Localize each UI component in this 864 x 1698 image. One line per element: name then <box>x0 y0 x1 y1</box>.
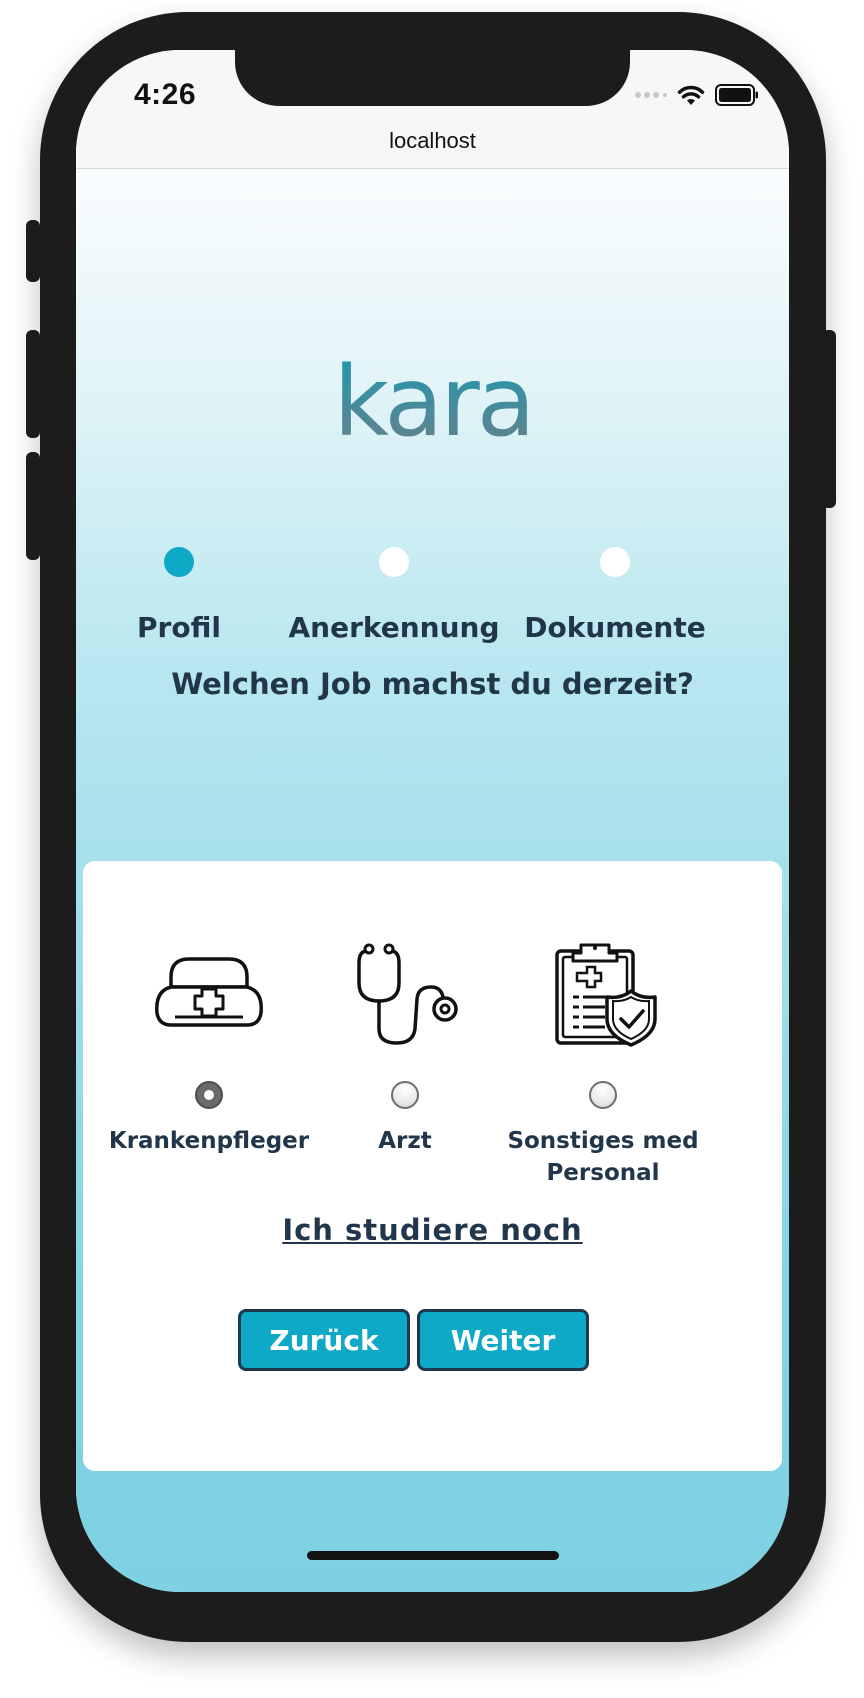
option-label: Sonstiges med Personal <box>507 1128 699 1186</box>
progress-steps: Profil Anerkennung Dokumente <box>76 547 789 647</box>
step-dokumente: Dokumente <box>485 547 745 644</box>
side-button-volume-up <box>26 330 40 438</box>
radio-sonstiges[interactable] <box>589 1081 617 1109</box>
step-label: Dokumente <box>524 611 706 644</box>
status-time: 4:26 <box>134 78 197 111</box>
stethoscope-icon <box>357 943 458 1045</box>
option-sonstiges[interactable]: Sonstiges med Personal <box>488 939 718 1189</box>
home-indicator[interactable] <box>307 1551 559 1560</box>
job-selection-card: Krankenpfleger Arzt Sonstiges med Person… <box>83 861 782 1471</box>
signal-dots-icon <box>635 92 667 98</box>
question-heading: Welchen Job machst du derzeit? <box>171 667 694 701</box>
radio-krankenpfleger[interactable] <box>195 1081 223 1109</box>
option-label: Arzt <box>378 1128 432 1154</box>
address-bar-url[interactable]: localhost <box>76 128 789 154</box>
clipboard-shield-icon <box>555 943 657 1047</box>
side-button-mute <box>26 220 40 282</box>
side-button-power <box>822 330 836 508</box>
next-button[interactable]: Weiter <box>417 1309 589 1371</box>
wifi-icon <box>677 85 705 105</box>
step-dot <box>379 547 409 577</box>
status-icons <box>635 80 759 110</box>
phone-screen: 4:26 localhost kara Profil Anerkennung D… <box>76 50 789 1592</box>
battery-icon <box>715 84 758 106</box>
step-dot-active <box>164 547 194 577</box>
side-button-volume-down <box>26 452 40 560</box>
step-dot <box>600 547 630 577</box>
option-arzt[interactable]: Arzt <box>290 939 520 1157</box>
svg-text:kara: kara <box>333 357 532 447</box>
radio-arzt[interactable] <box>391 1081 419 1109</box>
kara-logo: kara <box>76 346 789 458</box>
page-content: kara Profil Anerkennung Dokumente Welche… <box>76 169 789 1592</box>
study-link[interactable]: Ich studiere noch <box>83 1213 782 1247</box>
back-button[interactable]: Zurück <box>238 1309 410 1371</box>
nurse-cap-icon <box>155 957 263 1027</box>
logo-mark: kara <box>333 346 535 458</box>
notch <box>235 50 630 106</box>
